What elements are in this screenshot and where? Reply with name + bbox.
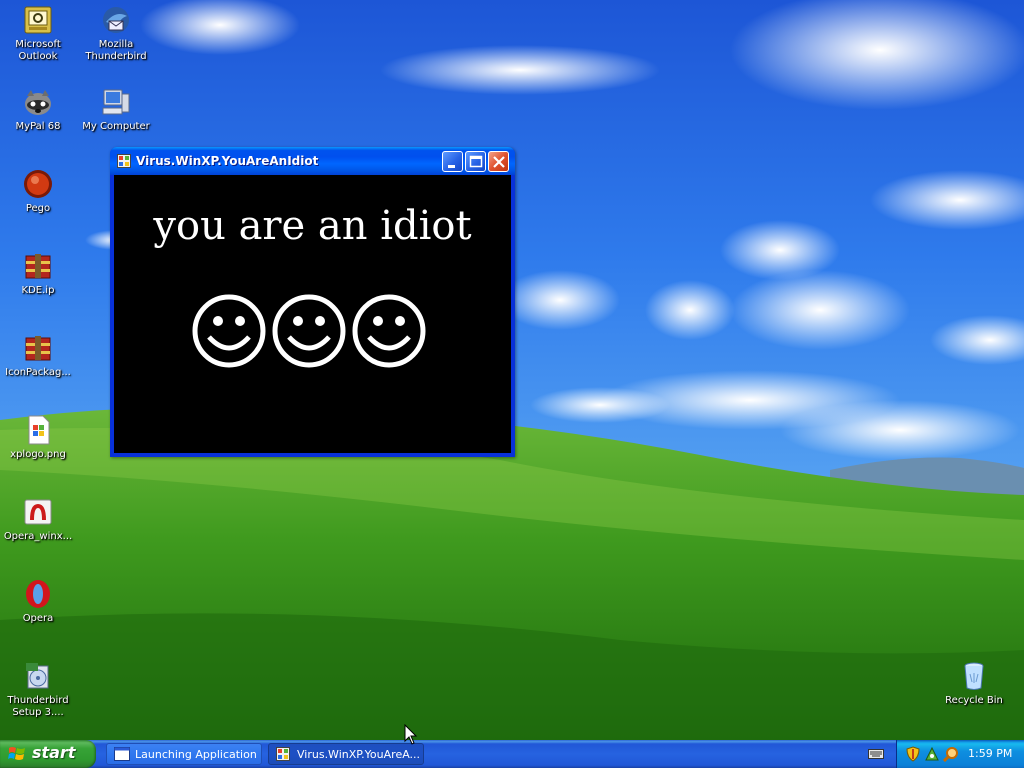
virus-window[interactable]: Virus.WinXP.YouAreAnIdiot you are an idi… (110, 147, 515, 457)
start-button[interactable]: start (0, 740, 96, 768)
desktop-icon-microsoft-outlook[interactable]: Microsoft Outlook (0, 4, 76, 63)
minimize-button[interactable] (442, 151, 463, 172)
start-label: start (32, 743, 76, 762)
maximize-button[interactable] (465, 151, 486, 172)
desktop-icon-my-computer[interactable]: My Computer (78, 86, 154, 133)
opera-icon (26, 580, 50, 608)
smiley-face-icon (272, 294, 346, 368)
opera-installer-icon (24, 499, 52, 525)
desktop-icon-label: xplogo.png (10, 449, 66, 460)
minimize-icon (448, 165, 455, 168)
desktop-icon-pego[interactable]: Pego (0, 168, 76, 215)
setup-installer-icon (26, 663, 49, 689)
taskbar-clock: 1:59 PM (968, 747, 1013, 760)
desktop-icon-label: Mozilla Thunderbird (85, 39, 147, 62)
outlook-icon (24, 6, 52, 34)
recycle-bin-icon (964, 662, 984, 690)
application-window-icon (114, 747, 130, 761)
smiley-face-icon (192, 294, 266, 368)
keyboard-icon[interactable] (868, 748, 884, 760)
desktop-icon-kde-ip[interactable]: KDE.ip (0, 250, 76, 297)
close-button[interactable] (488, 151, 509, 172)
close-icon (493, 156, 505, 168)
desktop-icon-label: Microsoft Outlook (15, 39, 61, 62)
desktop-icon-label: Opera (22, 613, 54, 624)
taskbar-button-virus-window[interactable]: Virus.WinXP.YouAreA... (268, 743, 424, 765)
winrar-archive-icon (25, 254, 51, 279)
desktop-icon-opera[interactable]: Opera (0, 578, 76, 625)
window-titlebar[interactable]: Virus.WinXP.YouAreAnIdiot (110, 147, 515, 175)
idiot-message: you are an idiot (153, 203, 472, 249)
pego-icon (24, 170, 52, 198)
taskbar-button-launching-application[interactable]: Launching Application (106, 743, 262, 765)
maximize-icon (469, 155, 483, 168)
window-title: Virus.WinXP.YouAreAnIdiot (136, 154, 319, 168)
smiley-face-icon (352, 294, 426, 368)
my-computer-icon (102, 89, 130, 115)
desktop-icon-xplogo-png[interactable]: xplogo.png (0, 414, 76, 461)
window-content: you are an idiot (114, 175, 511, 453)
search-icon[interactable] (943, 746, 959, 762)
windows-logo-icon (8, 747, 25, 760)
thunderbird-icon (103, 7, 129, 33)
winrar-archive-icon (25, 336, 51, 361)
desktop-icon-recycle-bin[interactable]: Recycle Bin (936, 660, 1012, 707)
mouse-cursor-icon (404, 724, 418, 745)
desktop-icon-label: Opera_winx... (3, 531, 73, 542)
desktop-icon-thunderbird-setup[interactable]: Thunderbird Setup 3.... (0, 660, 76, 719)
desktop-icon-label: MyPal 68 (15, 121, 61, 132)
desktop-icon-mozilla-thunderbird[interactable]: Mozilla Thunderbird (78, 4, 154, 63)
desktop-icon-label: KDE.ip (21, 285, 55, 296)
desktop-icon-label: Thunderbird Setup 3.... (7, 695, 69, 718)
png-file-icon (28, 415, 50, 445)
desktop-icon-mypal[interactable]: MyPal 68 (0, 86, 76, 133)
security-shield-icon[interactable] (905, 746, 921, 762)
taskbar-button-label: Virus.WinXP.YouAreA... (297, 748, 421, 761)
desktop-icon-label: Pego (25, 203, 51, 214)
desktop-icon-label: IconPackag... (5, 367, 71, 378)
taskbar: start Launching Application Virus.WinXP.… (0, 740, 1024, 768)
network-icon[interactable] (924, 746, 940, 762)
app-window-icon (117, 154, 131, 168)
desktop-icon-label: Recycle Bin (945, 695, 1003, 706)
app-window-icon (276, 747, 290, 761)
desktop-icon-iconpackager[interactable]: IconPackag... (0, 332, 76, 379)
desktop-icon-label: My Computer (82, 121, 150, 132)
desktop-icon-opera-installer[interactable]: Opera_winx... (0, 496, 76, 543)
taskbar-button-label: Launching Application (135, 748, 257, 761)
mypal-icon (25, 90, 51, 115)
